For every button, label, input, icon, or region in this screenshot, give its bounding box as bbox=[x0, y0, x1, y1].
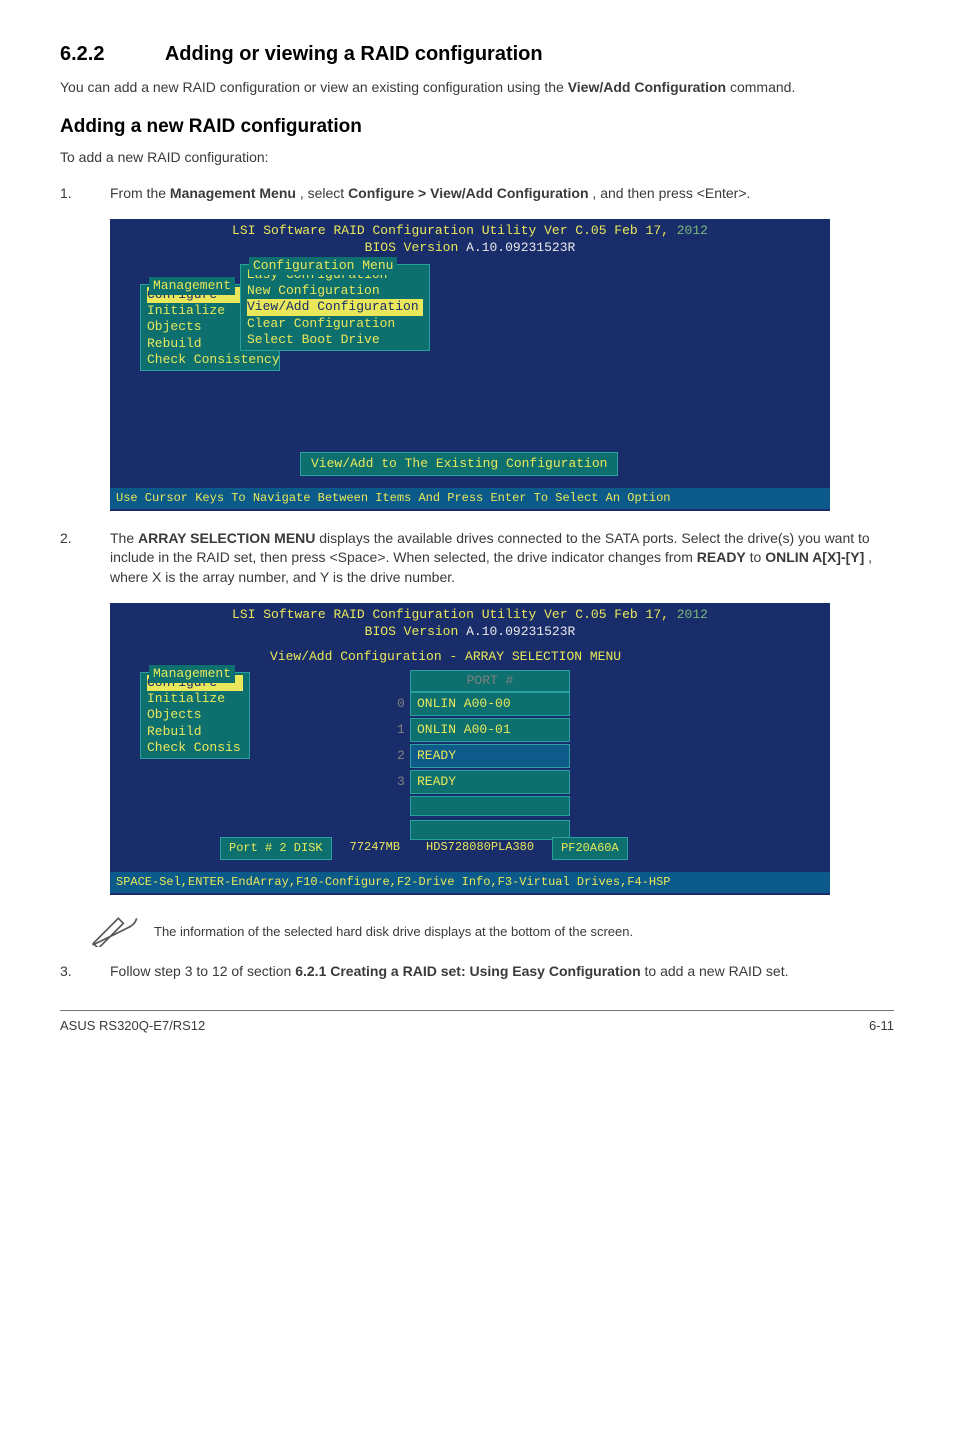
bios2-panel-title: View/Add Configuration - ARRAY SELECTION… bbox=[270, 648, 621, 666]
bios1-title-line1b: 2012 bbox=[669, 223, 708, 238]
step-1-mid: , select bbox=[300, 185, 348, 201]
bios1-cfg-item-clear[interactable]: Clear Configuration bbox=[247, 316, 423, 332]
bios2-mgmt-item-check-consis[interactable]: Check Consis bbox=[147, 740, 243, 756]
bios1-mgmt-item-check-consistency[interactable]: Check Consistency bbox=[147, 352, 273, 368]
section-title: Adding or viewing a RAID configuration bbox=[165, 43, 543, 65]
subsection-intro: To add a new RAID configuration: bbox=[60, 148, 894, 168]
intro-suffix: command. bbox=[730, 79, 795, 95]
bios2-title-line1a: LSI Software RAID Configuration Utility … bbox=[232, 607, 669, 622]
intro-bold: View/Add Configuration bbox=[568, 79, 726, 95]
bios2-mgmt-item-initialize[interactable]: Initialize bbox=[147, 691, 243, 707]
bios1-footer: Use Cursor Keys To Navigate Between Item… bbox=[110, 488, 830, 509]
bios1-bottom-text: View/Add to The Existing Configuration bbox=[311, 456, 607, 471]
section-number: 6.2.2 bbox=[60, 40, 160, 68]
bios2-info-port: Port # 2 DISK bbox=[220, 837, 332, 860]
step-2-pre: The bbox=[110, 530, 138, 546]
note-text: The information of the selected hard dis… bbox=[154, 923, 633, 941]
bios1-configuration-menu[interactable]: Configuration Menu Easy Configuration Ne… bbox=[240, 264, 430, 351]
bios1-cfg-item-selectboot[interactable]: Select Boot Drive bbox=[247, 332, 423, 348]
bios-console-1: LSI Software RAID Configuration Utility … bbox=[110, 219, 830, 510]
step-1-post: , and then press <Enter>. bbox=[592, 185, 750, 201]
bios1-title-line2b: A.10.09231523R bbox=[466, 240, 575, 255]
bios1-title-line1a: LSI Software RAID Configuration Utility … bbox=[232, 223, 669, 238]
bios2-drive-row[interactable]: 3 READY bbox=[410, 770, 570, 794]
bios2-management-menu[interactable]: Management Configure Initialize Objects … bbox=[140, 672, 250, 759]
bios1-title: LSI Software RAID Configuration Utility … bbox=[110, 219, 830, 258]
step-2-b2: READY bbox=[697, 549, 746, 565]
step-number: 2. bbox=[60, 529, 72, 549]
step-1-b2: Configure > View/Add Configuration bbox=[348, 185, 588, 201]
bios2-info-model: HDS728080PLA380 bbox=[418, 837, 542, 860]
bios1-cfg-item-new[interactable]: New Configuration bbox=[247, 283, 423, 299]
bios2-drive-row[interactable]: 0 ONLIN A00-00 bbox=[410, 692, 570, 716]
bios2-info-size: 77247MB bbox=[342, 837, 408, 860]
bios1-mgmt-head: Management bbox=[149, 277, 235, 295]
bios-console-2: LSI Software RAID Configuration Utility … bbox=[110, 603, 830, 894]
subsection-heading: Adding a new RAID configuration bbox=[60, 114, 894, 141]
bios2-title-line2b: A.10.09231523R bbox=[466, 624, 575, 639]
step-1-pre: From the bbox=[110, 185, 170, 201]
bios2-title: LSI Software RAID Configuration Utility … bbox=[110, 603, 830, 642]
step-3-pre: Follow step 3 to 12 of section bbox=[110, 963, 295, 979]
step-2-mid2: to bbox=[750, 549, 766, 565]
step-number: 3. bbox=[60, 962, 72, 982]
bios2-drive-row-selected[interactable]: 2 READY bbox=[410, 744, 570, 768]
step-2-b3: ONLIN A[X]-[Y] bbox=[765, 549, 864, 565]
bios2-mgmt-item-objects[interactable]: Objects bbox=[147, 707, 243, 723]
page-footer: ASUS RS320Q-E7/RS12 6-11 bbox=[60, 1010, 894, 1035]
bios2-footer: SPACE-Sel,ENTER-EndArray,F10-Configure,F… bbox=[110, 872, 830, 893]
bios2-title-line1b: 2012 bbox=[669, 607, 708, 622]
step-number: 1. bbox=[60, 184, 72, 204]
bios1-bottom-box: View/Add to The Existing Configuration bbox=[300, 452, 618, 476]
step-1: 1. From the Management Menu , select Con… bbox=[60, 184, 894, 204]
bios2-drive-label-0: ONLIN A00-00 bbox=[417, 696, 511, 711]
step-3-post: to add a new RAID set. bbox=[645, 963, 789, 979]
bios2-drive-idx-0: 0 bbox=[397, 695, 405, 713]
step-3: 3. Follow step 3 to 12 of section 6.2.1 … bbox=[60, 962, 894, 982]
bios2-drive-row-empty bbox=[410, 796, 570, 816]
step-2-b1: ARRAY SELECTION MENU bbox=[138, 530, 315, 546]
bios2-drive-idx-2: 2 bbox=[397, 747, 405, 765]
bios2-drive-label-2: READY bbox=[417, 748, 456, 763]
bios2-info-serial: PF20A60A bbox=[552, 837, 628, 860]
bios2-drive-idx-1: 1 bbox=[397, 721, 405, 739]
bios2-drive-label-3: READY bbox=[417, 774, 456, 789]
bios2-drive-row[interactable]: 1 ONLIN A00-01 bbox=[410, 718, 570, 742]
section-intro: You can add a new RAID configuration or … bbox=[60, 78, 894, 98]
bios2-info-bar: Port # 2 DISK 77247MB HDS728080PLA380 PF… bbox=[220, 837, 628, 860]
bios1-cfg-item-viewadd[interactable]: View/Add Configuration bbox=[247, 299, 423, 315]
footer-page-number: 6-11 bbox=[869, 1017, 894, 1035]
step-3-b1: 6.2.1 Creating a RAID set: Using Easy Co… bbox=[295, 963, 640, 979]
note-row: The information of the selected hard dis… bbox=[90, 913, 894, 953]
bios2-mgmt-head: Management bbox=[149, 665, 235, 683]
note-icon bbox=[90, 913, 140, 953]
bios2-drive-idx-3: 3 bbox=[397, 773, 405, 791]
step-2: 2. The ARRAY SELECTION MENU displays the… bbox=[60, 529, 894, 588]
footer-product: ASUS RS320Q-E7/RS12 bbox=[60, 1017, 205, 1035]
bios2-mgmt-item-rebuild[interactable]: Rebuild bbox=[147, 724, 243, 740]
bios1-cfg-head: Configuration Menu bbox=[249, 257, 397, 275]
step-1-b1: Management Menu bbox=[170, 185, 296, 201]
section-heading: 6.2.2 Adding or viewing a RAID configura… bbox=[60, 40, 894, 68]
bios2-title-line2a: BIOS Version bbox=[365, 624, 466, 639]
bios2-col-head: PORT # bbox=[410, 670, 570, 692]
intro-prefix: You can add a new RAID configuration or … bbox=[60, 79, 568, 95]
bios1-title-line2a: BIOS Version bbox=[365, 240, 466, 255]
bios2-drive-label-1: ONLIN A00-01 bbox=[417, 722, 511, 737]
